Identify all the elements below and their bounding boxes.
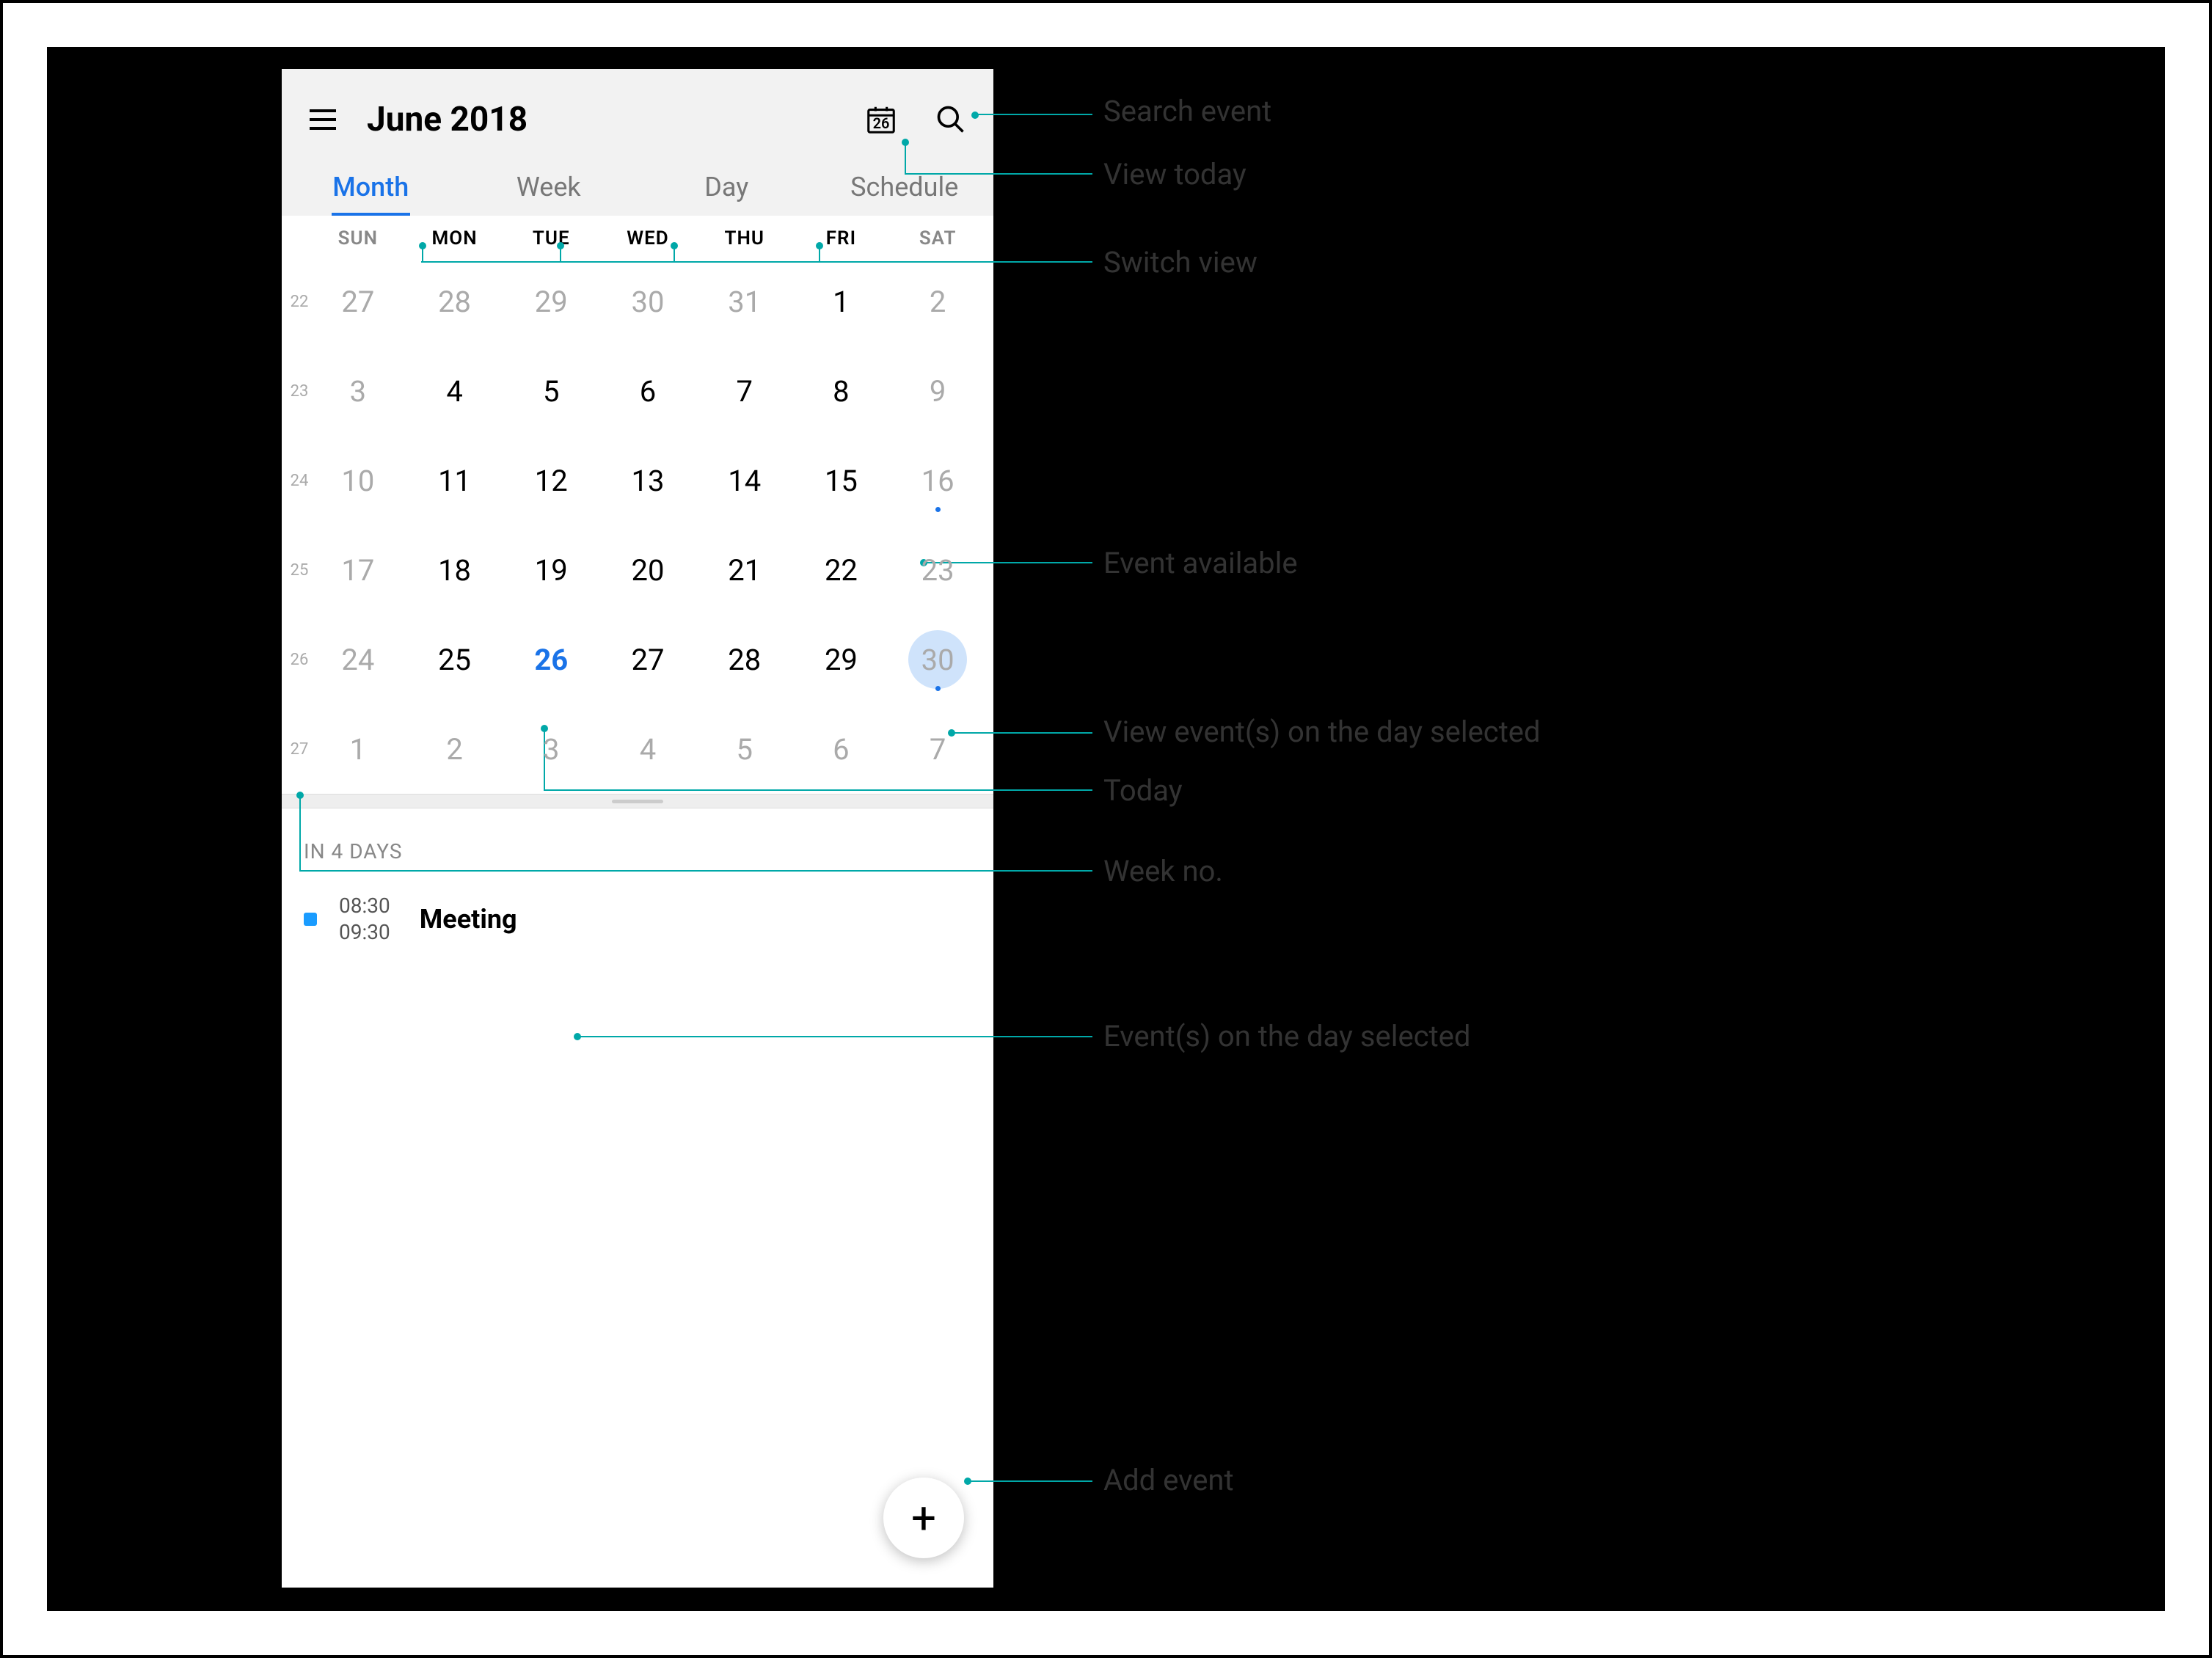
week-number: 26 [289, 651, 310, 669]
day-cell[interactable]: 5 [696, 704, 793, 794]
day-cell[interactable]: 24 [310, 615, 406, 704]
header: June 2018 26 [282, 69, 993, 150]
callout-events-selected: Event(s) on the day selected [1103, 1019, 1470, 1053]
add-event-button[interactable]: + [883, 1478, 964, 1558]
callout-add: Add event [1103, 1463, 1234, 1497]
day-cell[interactable]: 26 [503, 615, 599, 704]
event-item[interactable]: 08:30 09:30 Meeting [304, 893, 971, 946]
day-cell[interactable]: 28 [406, 257, 503, 346]
plus-icon: + [911, 1492, 936, 1544]
day-cell[interactable]: 27 [310, 257, 406, 346]
day-cell[interactable]: 15 [793, 436, 890, 525]
day-cell[interactable]: 14 [696, 436, 793, 525]
day-cell[interactable]: 1 [793, 257, 890, 346]
day-cell[interactable]: 8 [793, 346, 890, 436]
weekday-sat: SAT [889, 227, 986, 249]
day-cell[interactable]: 17 [310, 525, 406, 615]
callout-today-label: Today [1103, 773, 1183, 808]
weekday-fri: FRI [793, 227, 890, 249]
week-row: 2410111213141516 [289, 436, 986, 525]
event-title: Meeting [420, 904, 517, 935]
day-cell[interactable]: 10 [310, 436, 406, 525]
day-cell[interactable]: 30 [599, 257, 696, 346]
menu-icon[interactable] [308, 105, 337, 134]
calendar-screen: June 2018 26 Month Week Day Schedule SUN… [282, 69, 993, 1588]
weekday-header: SUN MON TUE WED THU FRI SAT [282, 216, 993, 257]
day-cell[interactable]: 4 [599, 704, 696, 794]
agenda-header: IN 4 DAYS [304, 839, 971, 863]
today-badge-number: 26 [864, 114, 898, 132]
month-grid: 2227282930311223345678924101112131415162… [282, 257, 993, 794]
callout-weekno: Week no. [1103, 854, 1223, 888]
callout-search: Search event [1103, 94, 1271, 128]
callout-switch: Switch view [1103, 245, 1258, 280]
week-number: 27 [289, 740, 310, 759]
day-cell[interactable]: 29 [793, 615, 890, 704]
day-cell[interactable]: 30 [889, 615, 986, 704]
agenda-panel: IN 4 DAYS 08:30 09:30 Meeting + [282, 808, 993, 1588]
week-row: 271234567 [289, 704, 986, 794]
day-cell[interactable]: 27 [599, 615, 696, 704]
day-cell[interactable]: 21 [696, 525, 793, 615]
day-cell[interactable]: 16 [889, 436, 986, 525]
day-cell[interactable]: 19 [503, 525, 599, 615]
weekday-tue: TUE [503, 227, 599, 249]
callout-event-available: Event available [1103, 546, 1298, 580]
callout-today: View today [1103, 157, 1246, 191]
day-cell[interactable]: 2 [406, 704, 503, 794]
week-number: 22 [289, 293, 310, 311]
view-today-button[interactable]: 26 [864, 103, 898, 136]
tab-month[interactable]: Month [282, 164, 460, 216]
view-tabs: Month Week Day Schedule [282, 150, 993, 216]
tab-day[interactable]: Day [638, 164, 816, 216]
week-number: 23 [289, 382, 310, 401]
day-cell[interactable]: 5 [503, 346, 599, 436]
day-cell[interactable]: 1 [310, 704, 406, 794]
event-time: 08:30 09:30 [339, 893, 390, 946]
day-cell[interactable]: 13 [599, 436, 696, 525]
week-row: 2517181920212223 [289, 525, 986, 615]
weekday-wed: WED [599, 227, 696, 249]
week-number: 25 [289, 561, 310, 580]
day-cell[interactable]: 7 [696, 346, 793, 436]
drag-handle[interactable] [282, 794, 993, 808]
day-cell[interactable]: 11 [406, 436, 503, 525]
month-year-title[interactable]: June 2018 [367, 100, 864, 139]
weekday-thu: THU [696, 227, 793, 249]
day-cell[interactable]: 7 [889, 704, 986, 794]
day-cell[interactable]: 3 [503, 704, 599, 794]
day-cell[interactable]: 22 [793, 525, 890, 615]
day-cell[interactable]: 28 [696, 615, 793, 704]
day-cell[interactable]: 9 [889, 346, 986, 436]
callout-view-events: View event(s) on the day selected [1103, 715, 1541, 749]
event-dot [935, 686, 941, 691]
day-cell[interactable]: 18 [406, 525, 503, 615]
day-cell[interactable]: 12 [503, 436, 599, 525]
day-cell[interactable]: 31 [696, 257, 793, 346]
search-icon[interactable] [935, 103, 967, 136]
day-cell[interactable]: 29 [503, 257, 599, 346]
event-dot [935, 507, 941, 512]
day-cell[interactable]: 20 [599, 525, 696, 615]
day-cell[interactable]: 3 [310, 346, 406, 436]
weekday-sun: SUN [310, 227, 406, 249]
day-cell[interactable]: 6 [599, 346, 696, 436]
day-cell[interactable]: 6 [793, 704, 890, 794]
day-cell[interactable]: 4 [406, 346, 503, 436]
week-row: 22272829303112 [289, 257, 986, 346]
event-color-marker [304, 913, 317, 926]
day-cell[interactable]: 23 [889, 525, 986, 615]
day-cell[interactable]: 2 [889, 257, 986, 346]
week-number: 24 [289, 472, 310, 490]
tab-week[interactable]: Week [460, 164, 638, 216]
week-row: 233456789 [289, 346, 986, 436]
day-cell[interactable]: 25 [406, 615, 503, 704]
week-row: 2624252627282930 [289, 615, 986, 704]
